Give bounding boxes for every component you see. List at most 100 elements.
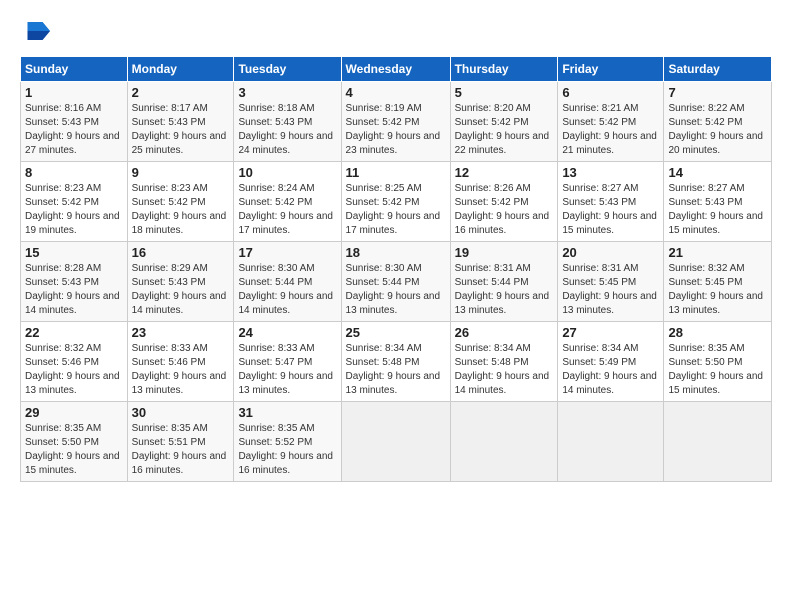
day-number: 10	[238, 165, 336, 180]
calendar-cell: 29 Sunrise: 8:35 AMSunset: 5:50 PMDaylig…	[21, 402, 128, 482]
day-info: Sunrise: 8:30 AMSunset: 5:44 PMDaylight:…	[238, 263, 333, 316]
day-number: 20	[562, 245, 659, 260]
calendar-table: SundayMondayTuesdayWednesdayThursdayFrid…	[20, 56, 772, 482]
day-number: 22	[25, 325, 123, 340]
calendar-cell	[450, 402, 558, 482]
day-info: Sunrise: 8:34 AMSunset: 5:48 PMDaylight:…	[346, 343, 441, 396]
col-header-sunday: Sunday	[21, 57, 128, 82]
day-number: 17	[238, 245, 336, 260]
col-header-friday: Friday	[558, 57, 664, 82]
day-number: 24	[238, 325, 336, 340]
calendar-cell: 17 Sunrise: 8:30 AMSunset: 5:44 PMDaylig…	[234, 242, 341, 322]
day-info: Sunrise: 8:21 AMSunset: 5:42 PMDaylight:…	[562, 103, 657, 156]
col-header-saturday: Saturday	[664, 57, 772, 82]
col-header-tuesday: Tuesday	[234, 57, 341, 82]
col-header-monday: Monday	[127, 57, 234, 82]
day-info: Sunrise: 8:31 AMSunset: 5:45 PMDaylight:…	[562, 263, 657, 316]
logo	[20, 16, 54, 46]
day-info: Sunrise: 8:16 AMSunset: 5:43 PMDaylight:…	[25, 103, 120, 156]
day-info: Sunrise: 8:35 AMSunset: 5:51 PMDaylight:…	[132, 423, 227, 476]
day-number: 3	[238, 85, 336, 100]
day-number: 23	[132, 325, 230, 340]
calendar-cell: 20 Sunrise: 8:31 AMSunset: 5:45 PMDaylig…	[558, 242, 664, 322]
calendar-cell: 6 Sunrise: 8:21 AMSunset: 5:42 PMDayligh…	[558, 82, 664, 162]
day-info: Sunrise: 8:28 AMSunset: 5:43 PMDaylight:…	[25, 263, 120, 316]
logo-icon	[20, 16, 50, 46]
day-number: 11	[346, 165, 446, 180]
day-number: 8	[25, 165, 123, 180]
day-number: 1	[25, 85, 123, 100]
day-info: Sunrise: 8:32 AMSunset: 5:45 PMDaylight:…	[668, 263, 763, 316]
calendar-cell: 28 Sunrise: 8:35 AMSunset: 5:50 PMDaylig…	[664, 322, 772, 402]
day-info: Sunrise: 8:31 AMSunset: 5:44 PMDaylight:…	[455, 263, 550, 316]
day-info: Sunrise: 8:35 AMSunset: 5:50 PMDaylight:…	[668, 343, 763, 396]
day-number: 2	[132, 85, 230, 100]
day-info: Sunrise: 8:24 AMSunset: 5:42 PMDaylight:…	[238, 183, 333, 236]
day-info: Sunrise: 8:34 AMSunset: 5:48 PMDaylight:…	[455, 343, 550, 396]
calendar-cell: 24 Sunrise: 8:33 AMSunset: 5:47 PMDaylig…	[234, 322, 341, 402]
day-info: Sunrise: 8:30 AMSunset: 5:44 PMDaylight:…	[346, 263, 441, 316]
day-number: 21	[668, 245, 767, 260]
day-info: Sunrise: 8:33 AMSunset: 5:46 PMDaylight:…	[132, 343, 227, 396]
calendar-cell: 1 Sunrise: 8:16 AMSunset: 5:43 PMDayligh…	[21, 82, 128, 162]
day-info: Sunrise: 8:27 AMSunset: 5:43 PMDaylight:…	[668, 183, 763, 236]
day-number: 6	[562, 85, 659, 100]
calendar-cell: 27 Sunrise: 8:34 AMSunset: 5:49 PMDaylig…	[558, 322, 664, 402]
calendar-cell: 18 Sunrise: 8:30 AMSunset: 5:44 PMDaylig…	[341, 242, 450, 322]
day-number: 16	[132, 245, 230, 260]
day-info: Sunrise: 8:20 AMSunset: 5:42 PMDaylight:…	[455, 103, 550, 156]
header	[20, 16, 772, 46]
calendar-cell: 19 Sunrise: 8:31 AMSunset: 5:44 PMDaylig…	[450, 242, 558, 322]
day-number: 30	[132, 405, 230, 420]
col-header-thursday: Thursday	[450, 57, 558, 82]
page: { "header": { "logo_line1": "General", "…	[0, 0, 792, 612]
calendar-cell: 30 Sunrise: 8:35 AMSunset: 5:51 PMDaylig…	[127, 402, 234, 482]
day-number: 15	[25, 245, 123, 260]
day-info: Sunrise: 8:34 AMSunset: 5:49 PMDaylight:…	[562, 343, 657, 396]
day-number: 9	[132, 165, 230, 180]
calendar-cell: 16 Sunrise: 8:29 AMSunset: 5:43 PMDaylig…	[127, 242, 234, 322]
day-info: Sunrise: 8:26 AMSunset: 5:42 PMDaylight:…	[455, 183, 550, 236]
day-number: 26	[455, 325, 554, 340]
day-number: 7	[668, 85, 767, 100]
day-number: 28	[668, 325, 767, 340]
calendar-cell: 14 Sunrise: 8:27 AMSunset: 5:43 PMDaylig…	[664, 162, 772, 242]
calendar-cell: 3 Sunrise: 8:18 AMSunset: 5:43 PMDayligh…	[234, 82, 341, 162]
day-info: Sunrise: 8:22 AMSunset: 5:42 PMDaylight:…	[668, 103, 763, 156]
day-info: Sunrise: 8:35 AMSunset: 5:50 PMDaylight:…	[25, 423, 120, 476]
calendar-cell	[558, 402, 664, 482]
calendar-cell: 13 Sunrise: 8:27 AMSunset: 5:43 PMDaylig…	[558, 162, 664, 242]
calendar-cell: 21 Sunrise: 8:32 AMSunset: 5:45 PMDaylig…	[664, 242, 772, 322]
calendar-cell: 9 Sunrise: 8:23 AMSunset: 5:42 PMDayligh…	[127, 162, 234, 242]
day-number: 19	[455, 245, 554, 260]
calendar-cell	[664, 402, 772, 482]
calendar-cell: 7 Sunrise: 8:22 AMSunset: 5:42 PMDayligh…	[664, 82, 772, 162]
calendar-cell: 22 Sunrise: 8:32 AMSunset: 5:46 PMDaylig…	[21, 322, 128, 402]
day-info: Sunrise: 8:23 AMSunset: 5:42 PMDaylight:…	[132, 183, 227, 236]
day-number: 12	[455, 165, 554, 180]
day-info: Sunrise: 8:32 AMSunset: 5:46 PMDaylight:…	[25, 343, 120, 396]
calendar-cell: 10 Sunrise: 8:24 AMSunset: 5:42 PMDaylig…	[234, 162, 341, 242]
calendar-cell: 2 Sunrise: 8:17 AMSunset: 5:43 PMDayligh…	[127, 82, 234, 162]
calendar-cell: 15 Sunrise: 8:28 AMSunset: 5:43 PMDaylig…	[21, 242, 128, 322]
calendar-cell: 5 Sunrise: 8:20 AMSunset: 5:42 PMDayligh…	[450, 82, 558, 162]
day-number: 4	[346, 85, 446, 100]
calendar-cell: 26 Sunrise: 8:34 AMSunset: 5:48 PMDaylig…	[450, 322, 558, 402]
day-info: Sunrise: 8:18 AMSunset: 5:43 PMDaylight:…	[238, 103, 333, 156]
calendar-cell: 31 Sunrise: 8:35 AMSunset: 5:52 PMDaylig…	[234, 402, 341, 482]
day-number: 31	[238, 405, 336, 420]
day-number: 14	[668, 165, 767, 180]
day-info: Sunrise: 8:19 AMSunset: 5:42 PMDaylight:…	[346, 103, 441, 156]
day-info: Sunrise: 8:33 AMSunset: 5:47 PMDaylight:…	[238, 343, 333, 396]
calendar-cell: 23 Sunrise: 8:33 AMSunset: 5:46 PMDaylig…	[127, 322, 234, 402]
day-number: 13	[562, 165, 659, 180]
calendar-cell: 4 Sunrise: 8:19 AMSunset: 5:42 PMDayligh…	[341, 82, 450, 162]
calendar-cell: 12 Sunrise: 8:26 AMSunset: 5:42 PMDaylig…	[450, 162, 558, 242]
day-info: Sunrise: 8:25 AMSunset: 5:42 PMDaylight:…	[346, 183, 441, 236]
day-info: Sunrise: 8:35 AMSunset: 5:52 PMDaylight:…	[238, 423, 333, 476]
calendar-cell: 11 Sunrise: 8:25 AMSunset: 5:42 PMDaylig…	[341, 162, 450, 242]
day-info: Sunrise: 8:27 AMSunset: 5:43 PMDaylight:…	[562, 183, 657, 236]
calendar-cell: 8 Sunrise: 8:23 AMSunset: 5:42 PMDayligh…	[21, 162, 128, 242]
day-info: Sunrise: 8:29 AMSunset: 5:43 PMDaylight:…	[132, 263, 227, 316]
calendar-cell	[341, 402, 450, 482]
